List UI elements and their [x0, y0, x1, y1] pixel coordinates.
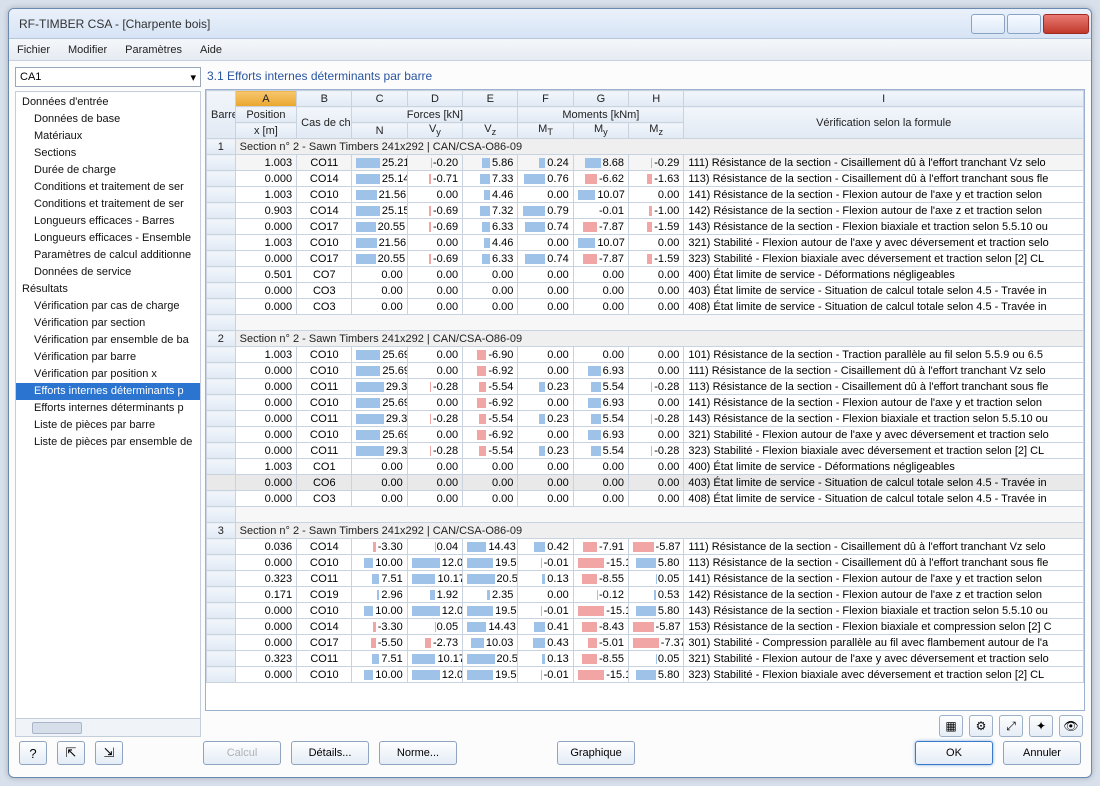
table-row[interactable]: 0.000 CO17 20.55-0.696.33 0.74-7.87-1.59… — [207, 219, 1084, 235]
table-row[interactable]: 0.000 CO10 25.690.00-6.92 0.006.930.00 1… — [207, 363, 1084, 379]
table-row[interactable]: 0.000 CO11 29.33-0.28-5.54 0.235.54-0.28… — [207, 411, 1084, 427]
nav-tree[interactable]: Données d'entréeDonnées de baseMatériaux… — [15, 91, 201, 719]
table-row[interactable]: 0.323 CO11 7.5110.1720.57 0.13-8.550.05 … — [207, 651, 1084, 667]
tree-item[interactable]: Conditions et traitement de ser — [16, 179, 200, 196]
menubar: Fichier Modifier Paramètres Aide — [9, 39, 1091, 61]
tree-item[interactable]: Liste de pièces par ensemble de — [16, 434, 200, 451]
cancel-button[interactable]: Annuler — [1003, 741, 1081, 765]
footer: ? ⇱ ⇲ Calcul Détails... Norme... Graphiq… — [9, 737, 1091, 777]
close-button[interactable] — [1043, 14, 1089, 34]
minimize-button[interactable] — [971, 14, 1005, 34]
ok-button[interactable]: OK — [915, 741, 993, 765]
table-row[interactable]: 0.000 CO11 29.33-0.28-5.54 0.235.54-0.28… — [207, 379, 1084, 395]
toolbar-icon-4[interactable]: ✦ — [1029, 715, 1053, 737]
grid-toolbar: ▦ ⚙ ⤢ ✦ 👁 — [205, 711, 1085, 737]
details-button[interactable]: Détails... — [291, 741, 369, 765]
tree-item[interactable]: Données de base — [16, 111, 200, 128]
table-row[interactable]: 1.003 CO11 25.21-0.205.86 0.248.68-0.29 … — [207, 155, 1084, 171]
tree-item[interactable]: Liste de pièces par barre — [16, 417, 200, 434]
table-row[interactable]: 0.036 CO14 -3.300.0414.43 0.42-7.91-5.87… — [207, 539, 1084, 555]
menu-fichier[interactable]: Fichier — [17, 44, 50, 56]
menu-parametres[interactable]: Paramètres — [125, 44, 182, 56]
table-row[interactable]: 0.323 CO11 7.5110.1720.57 0.13-8.550.05 … — [207, 571, 1084, 587]
table-row[interactable]: 0.000 CO14 -3.300.0514.43 0.41-8.43-5.87… — [207, 619, 1084, 635]
tree-item[interactable]: Vérification par ensemble de ba — [16, 332, 200, 349]
table-row[interactable]: 0.000 CO3 0.000.000.00 0.000.000.00 408)… — [207, 299, 1084, 315]
table-row[interactable]: 0.000 CO10 10.0012.0019.50 -0.01-15.165.… — [207, 555, 1084, 571]
tree-hscroll[interactable] — [15, 719, 201, 737]
table-row[interactable]: 0.000 CO10 10.0012.0019.50 -0.01-15.165.… — [207, 667, 1084, 683]
table-row[interactable]: 1.003 CO10 21.560.004.46 0.0010.070.00 3… — [207, 235, 1084, 251]
table-row[interactable]: 0.000 CO17 -5.50-2.7310.03 0.43-5.01-7.3… — [207, 635, 1084, 651]
table-row[interactable]: 0.000 CO3 0.000.000.00 0.000.000.00 403)… — [207, 283, 1084, 299]
table-row[interactable]: 0.000 CO14 25.14-0.717.33 0.76-6.62-1.63… — [207, 171, 1084, 187]
table-row[interactable]: 0.000 CO17 20.55-0.696.33 0.74-7.87-1.59… — [207, 251, 1084, 267]
tree-item[interactable]: Efforts internes déterminants p — [16, 383, 200, 400]
toolbar-icon-3[interactable]: ⤢ — [999, 715, 1023, 737]
tree-item[interactable]: Durée de charge — [16, 162, 200, 179]
tree-item[interactable]: Longueurs efficaces - Ensemble — [16, 230, 200, 247]
table-row[interactable]: 0.000 CO10 10.0012.0019.50 -0.01-15.165.… — [207, 603, 1084, 619]
table-row[interactable]: 1.003 CO1 0.000.000.00 0.000.000.00 400)… — [207, 459, 1084, 475]
table-row[interactable]: 0.903 CO14 25.15-0.697.32 0.79-0.01-1.00… — [207, 203, 1084, 219]
menu-modifier[interactable]: Modifier — [68, 44, 107, 56]
tree-item[interactable]: Sections — [16, 145, 200, 162]
tree-group: Résultats — [16, 281, 200, 298]
toolbar-icon-2[interactable]: ⚙ — [969, 715, 993, 737]
tree-item[interactable]: Vérification par position x — [16, 366, 200, 383]
table-row[interactable]: 0.000 CO3 0.000.000.00 0.000.000.00 408)… — [207, 491, 1084, 507]
tree-item[interactable]: Conditions et traitement de ser — [16, 196, 200, 213]
tree-item[interactable]: Longueurs efficaces - Barres — [16, 213, 200, 230]
tree-group: Données d'entrée — [16, 94, 200, 111]
case-selector-value: CA1 — [20, 71, 41, 83]
table-row[interactable]: 0.501 CO7 0.000.000.00 0.000.000.00 400)… — [207, 267, 1084, 283]
table-row[interactable]: 0.000 CO6 0.000.000.00 0.000.000.00 403)… — [207, 475, 1084, 491]
norme-button[interactable]: Norme... — [379, 741, 457, 765]
export-button[interactable]: ⇲ — [95, 741, 123, 765]
tree-item[interactable]: Paramètres de calcul additionne — [16, 247, 200, 264]
toolbar-icon-1[interactable]: ▦ — [939, 715, 963, 737]
chevron-down-icon: ▾ — [190, 71, 196, 84]
tree-item[interactable]: Efforts internes déterminants p — [16, 400, 200, 417]
table-row[interactable]: 0.000 CO11 29.33-0.28-5.54 0.235.54-0.28… — [207, 443, 1084, 459]
window-title: RF-TIMBER CSA - [Charpente bois] — [19, 17, 969, 31]
table-row[interactable]: 0.000 CO10 25.690.00-6.92 0.006.930.00 1… — [207, 395, 1084, 411]
tree-item[interactable]: Vérification par cas de charge — [16, 298, 200, 315]
table-row[interactable]: 0.000 CO10 25.690.00-6.92 0.006.930.00 3… — [207, 427, 1084, 443]
table-row[interactable]: 1.003 CO10 21.560.004.46 0.0010.070.00 1… — [207, 187, 1084, 203]
help-button[interactable]: ? — [19, 741, 47, 765]
menu-aide[interactable]: Aide — [200, 44, 222, 56]
tree-item[interactable]: Données de service — [16, 264, 200, 281]
toolbar-icon-5[interactable]: 👁 — [1059, 715, 1083, 737]
app-window: RF-TIMBER CSA - [Charpente bois] Fichier… — [8, 8, 1092, 778]
import-button[interactable]: ⇱ — [57, 741, 85, 765]
tree-item[interactable]: Matériaux — [16, 128, 200, 145]
tree-item[interactable]: Vérification par section — [16, 315, 200, 332]
table-row[interactable]: 1.003 CO10 25.690.00-6.90 0.000.000.00 1… — [207, 347, 1084, 363]
results-grid[interactable]: Barre n°ABCDEFGHIPositionCas de chargeFo… — [205, 89, 1085, 711]
tree-item[interactable]: Vérification par barre — [16, 349, 200, 366]
calc-button[interactable]: Calcul — [203, 741, 281, 765]
graphique-button[interactable]: Graphique — [557, 741, 635, 765]
case-selector[interactable]: CA1 ▾ — [15, 67, 201, 87]
maximize-button[interactable] — [1007, 14, 1041, 34]
titlebar[interactable]: RF-TIMBER CSA - [Charpente bois] — [9, 9, 1091, 39]
pane-title: 3.1 Efforts internes déterminants par ba… — [205, 67, 1085, 89]
table-row[interactable]: 0.171 CO19 2.961.922.35 0.00-0.120.53 14… — [207, 587, 1084, 603]
